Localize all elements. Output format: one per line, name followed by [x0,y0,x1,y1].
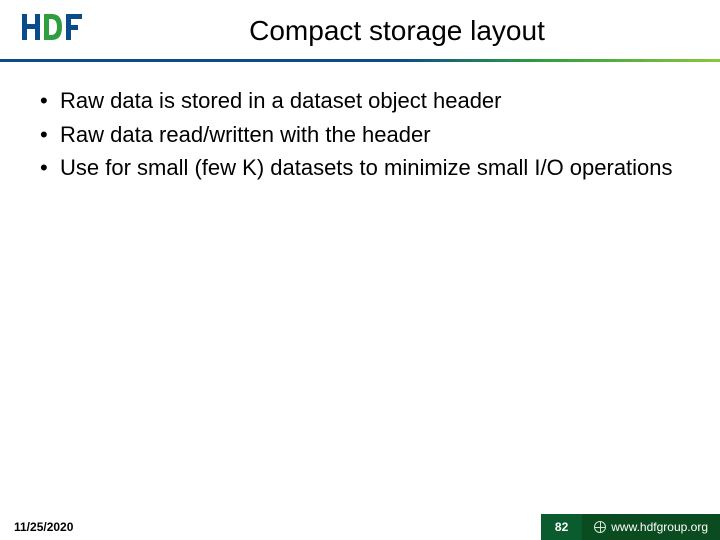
footer-date: 11/25/2020 [0,520,73,534]
bullet-item: Raw data read/written with the header [36,120,684,150]
bullet-item: Raw data is stored in a dataset object h… [36,86,684,116]
slide-footer: 11/25/2020 82 www.hdfgroup.org [0,514,720,540]
hdf-logo-icon [20,10,84,51]
globe-icon [594,521,606,533]
slide-body: Raw data is stored in a dataset object h… [0,62,720,540]
footer-site-label: www.hdfgroup.org [611,520,708,534]
slide-title: Compact storage layout [94,15,700,47]
bullet-item: Use for small (few K) datasets to minimi… [36,153,684,183]
footer-site: www.hdfgroup.org [582,514,720,540]
bullet-list: Raw data is stored in a dataset object h… [36,86,684,183]
footer-page-number: 82 [541,514,582,540]
slide: Compact storage layout Raw data is store… [0,0,720,540]
slide-header: Compact storage layout [0,0,720,51]
